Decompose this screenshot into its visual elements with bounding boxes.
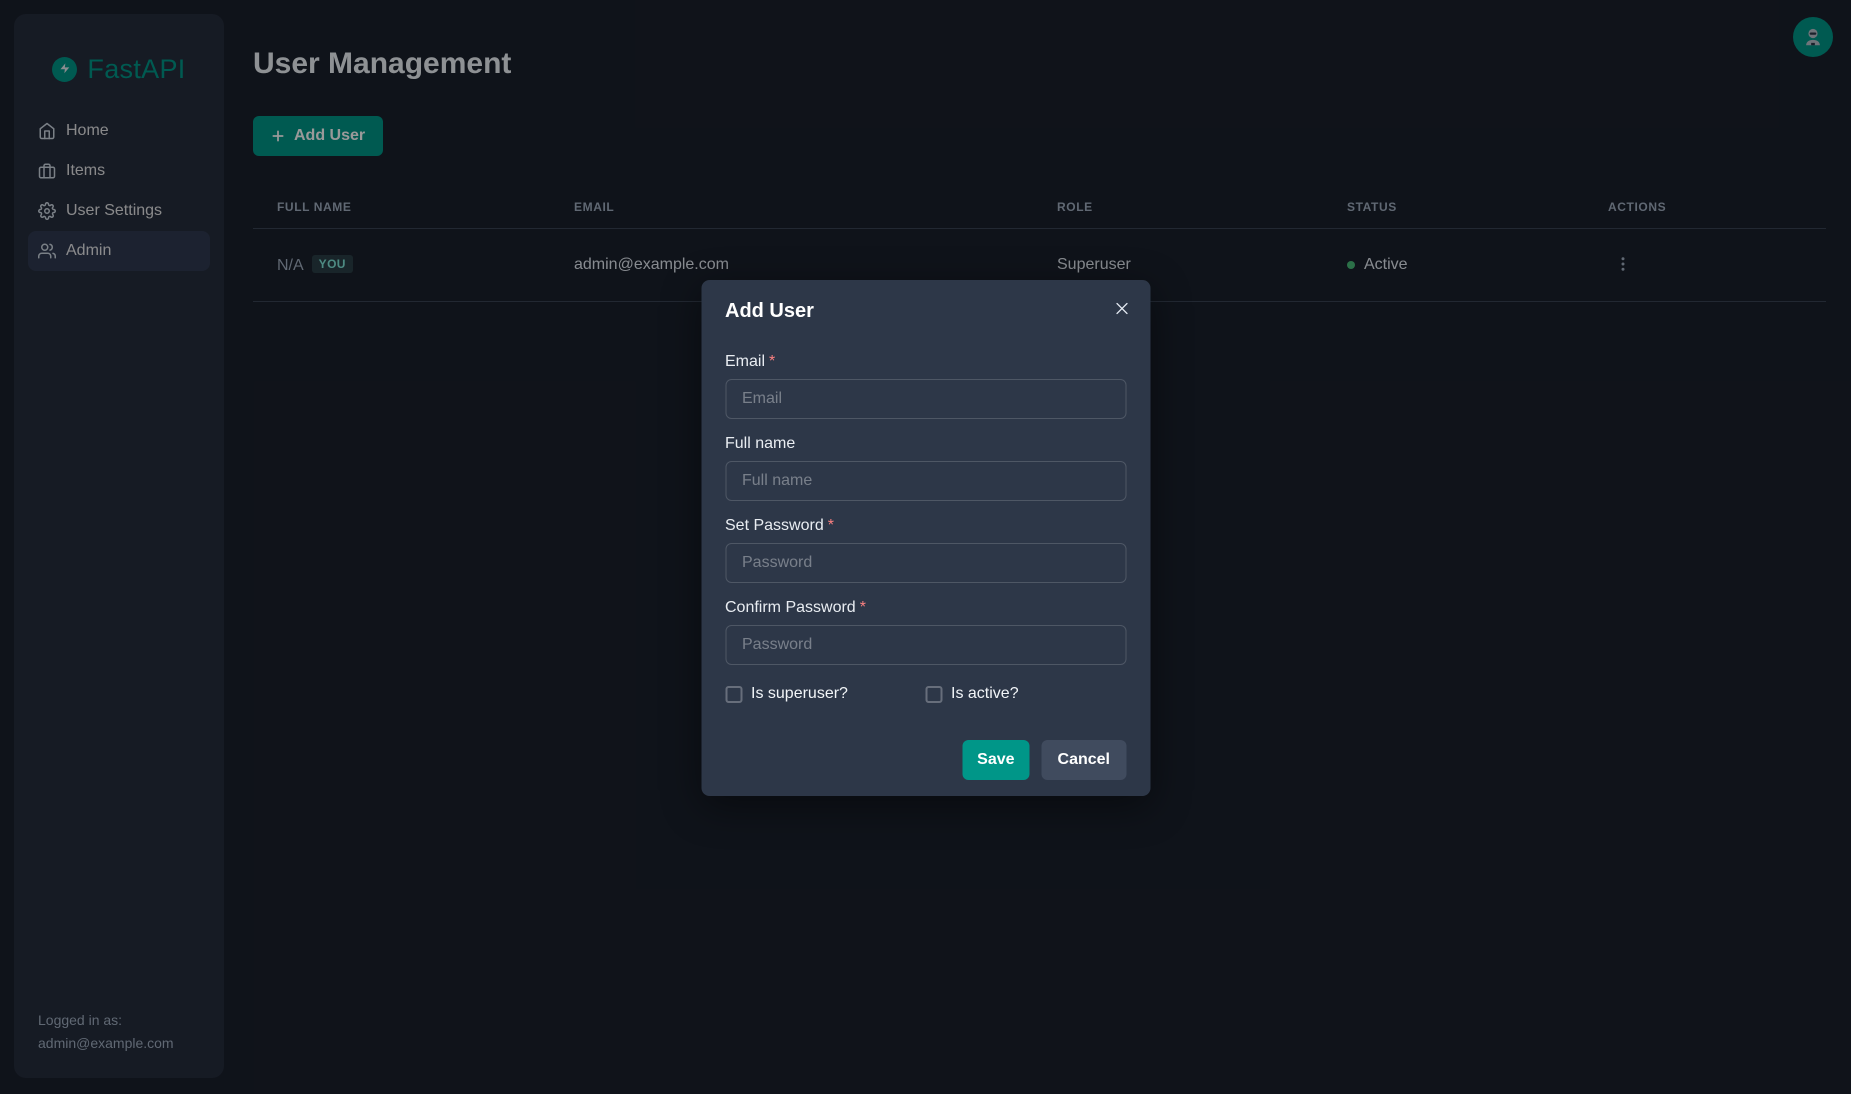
full-name-field[interactable] bbox=[725, 461, 1126, 501]
confirm-password-field[interactable] bbox=[725, 625, 1126, 665]
is-superuser-label: Is superuser? bbox=[751, 685, 848, 703]
email-field[interactable] bbox=[725, 379, 1126, 419]
required-asterisk: * bbox=[860, 599, 866, 616]
save-button[interactable]: Save bbox=[962, 740, 1029, 780]
cancel-button[interactable]: Cancel bbox=[1042, 740, 1126, 780]
modal-body: Email* Full name Set Password* Confirm P… bbox=[701, 323, 1150, 703]
modal-close-button[interactable] bbox=[1106, 292, 1138, 324]
full-name-label: Full name bbox=[725, 435, 1126, 453]
checkbox-icon bbox=[925, 686, 942, 703]
checkbox-icon bbox=[725, 686, 742, 703]
add-user-modal: Add User Email* Full name Set Password* … bbox=[701, 280, 1150, 796]
is-active-label: Is active? bbox=[951, 685, 1019, 703]
confirm-password-label: Confirm Password* bbox=[725, 599, 1126, 617]
modal-title: Add User bbox=[701, 280, 1150, 323]
confirm-password-field-group: Confirm Password* bbox=[725, 599, 1126, 665]
set-password-field[interactable] bbox=[725, 543, 1126, 583]
modal-footer: Save Cancel bbox=[701, 703, 1150, 796]
required-asterisk: * bbox=[828, 517, 834, 534]
set-password-label: Set Password* bbox=[725, 517, 1126, 535]
email-label: Email* bbox=[725, 353, 1126, 371]
email-field-group: Email* bbox=[725, 353, 1126, 419]
required-asterisk: * bbox=[769, 353, 775, 370]
is-active-checkbox[interactable]: Is active? bbox=[925, 685, 1019, 703]
full-name-field-group: Full name bbox=[725, 435, 1126, 501]
is-superuser-checkbox[interactable]: Is superuser? bbox=[725, 685, 925, 703]
close-icon bbox=[1115, 301, 1130, 316]
checkbox-row: Is superuser? Is active? bbox=[725, 685, 1126, 703]
set-password-field-group: Set Password* bbox=[725, 517, 1126, 583]
